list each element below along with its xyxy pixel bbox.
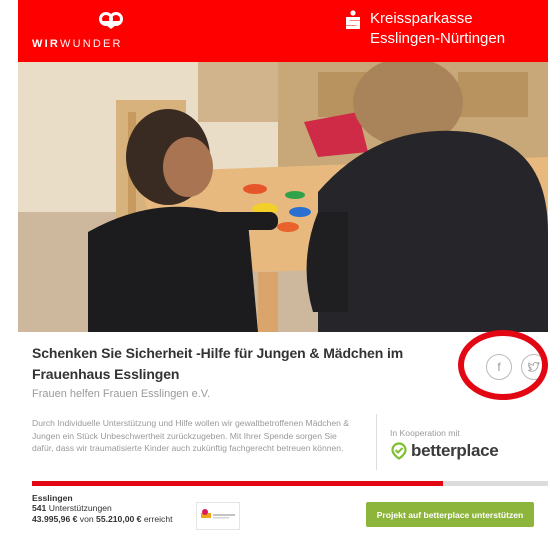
organization-logo[interactable]	[196, 502, 240, 530]
project-city: Esslingen	[32, 493, 73, 503]
betterplace-logo[interactable]: betterplace	[390, 440, 499, 462]
cooperation-label: In Kooperation mit	[390, 428, 460, 438]
funding-progress-fill	[32, 481, 444, 486]
project-card: WIRWUNDER Kreissparkasse Esslingen-Nürti…	[18, 0, 548, 537]
sparkasse-region: Esslingen-Nürtingen	[370, 30, 506, 47]
wirwunder-wordmark: WIRWUNDER	[32, 38, 123, 50]
support-project-button[interactable]: Projekt auf betterplace unterstützen	[366, 502, 534, 527]
organization-logo-graphic	[201, 509, 235, 519]
divider	[376, 414, 377, 470]
project-photo-illustration	[18, 62, 548, 332]
share-highlight-annotation	[458, 330, 548, 400]
wirwunder-logo[interactable]: WIRWUNDER	[32, 10, 142, 54]
organization-name[interactable]: Frauen helfen Frauen Esslingen e.V.	[32, 388, 210, 400]
header-bar: WIRWUNDER Kreissparkasse Esslingen-Nürti…	[18, 0, 548, 62]
funding-amount: 43.995,96 € von 55.210,00 € erreicht	[32, 514, 173, 524]
wirwunder-glyph-icon	[99, 12, 123, 29]
funding-progress-bar	[32, 481, 548, 486]
project-title[interactable]: Schenken Sie Sicherheit -Hilfe für Junge…	[32, 343, 472, 385]
sparkasse-logo[interactable]: Kreissparkasse Esslingen-Nürtingen	[344, 8, 534, 54]
project-photo	[18, 62, 548, 332]
supporters-count: 541 Unterstützungen	[32, 503, 112, 513]
sparkasse-s-icon	[346, 10, 360, 29]
betterplace-pin-icon	[391, 442, 407, 460]
sparkasse-name: Kreissparkasse	[370, 10, 473, 27]
project-description: Durch Individuelle Unterstützung und Hil…	[32, 418, 350, 453]
betterplace-wordmark: betterplace	[411, 441, 499, 460]
